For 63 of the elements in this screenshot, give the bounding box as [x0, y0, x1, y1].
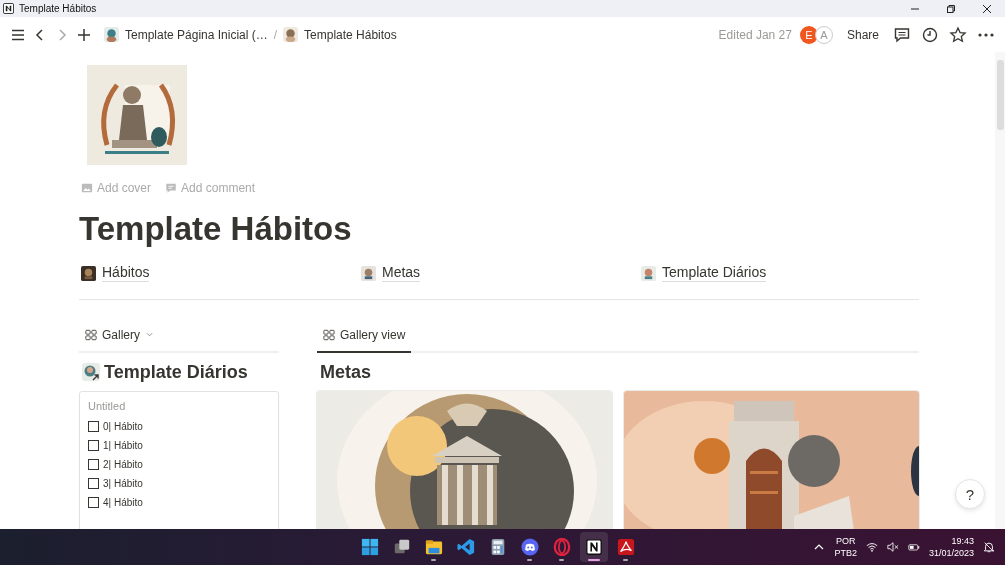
checkbox[interactable] [88, 440, 99, 451]
folder-icon [424, 538, 443, 556]
card-title: Untitled [88, 400, 127, 412]
avatar: E [799, 25, 818, 44]
todo-text: 0| Hábito [103, 421, 143, 432]
notebook-icon [584, 538, 603, 556]
todo-text: 2| Hábito [103, 459, 143, 470]
battery-icon[interactable] [907, 541, 920, 553]
gallery-icon [85, 328, 97, 341]
breadcrumb-link[interactable]: Template Página Inicial (… [125, 27, 268, 42]
page-link[interactable]: Hábitos [102, 264, 150, 282]
restore-icon[interactable] [946, 3, 956, 14]
checkbox[interactable] [88, 459, 99, 470]
share-button[interactable]: Share [842, 25, 883, 44]
breadcrumb-separator: / [273, 27, 278, 42]
document-icon [616, 538, 635, 556]
help-button[interactable]: ? [955, 479, 985, 509]
running-indicator [623, 559, 628, 561]
clock-time[interactable]: 19:43 [951, 535, 974, 547]
muted-speaker-icon[interactable] [886, 541, 899, 553]
keyboard-layout-label[interactable]: PTB2 [834, 547, 857, 559]
edited-label: Edited Jan 27 [718, 27, 792, 42]
comment-icon[interactable] [893, 25, 911, 44]
app-icon [3, 3, 14, 14]
scrollbar-thumb[interactable] [997, 60, 1004, 130]
page-link[interactable]: Metas [382, 264, 421, 282]
avatar: A [814, 25, 833, 44]
close-icon[interactable] [982, 3, 992, 14]
gallery-icon [323, 328, 335, 341]
taskbar-button[interactable] [579, 532, 608, 562]
chat-icon [520, 538, 539, 556]
checkbox[interactable] [88, 497, 99, 508]
running-indicator [587, 559, 600, 561]
language-label[interactable]: POR [835, 535, 856, 547]
view-heading: Metas [320, 361, 372, 383]
ring-icon [552, 538, 571, 556]
todo-text: 3| Hábito [103, 478, 143, 489]
todo-text: 4| Hábito [103, 497, 143, 508]
code-editor-icon [456, 538, 475, 556]
clock-icon[interactable] [921, 25, 939, 44]
view-tab[interactable]: Gallery view [317, 318, 412, 353]
comment-icon [165, 182, 178, 194]
breadcrumb-link[interactable]: Template Hábitos [304, 27, 397, 42]
todo-text: 1| Hábito [103, 440, 143, 451]
page-link[interactable]: Template Diários [662, 264, 767, 282]
star-icon[interactable] [949, 25, 967, 44]
caret-icon [145, 330, 154, 339]
view-menu[interactable]: Gallery [79, 318, 160, 351]
running-indicator [527, 559, 532, 561]
notification-bell-icon[interactable] [983, 541, 995, 553]
image-icon [81, 182, 93, 194]
checkbox[interactable] [88, 478, 99, 489]
page-title: Template Hábitos [79, 209, 353, 249]
wifi-icon[interactable] [865, 541, 878, 553]
windows-icon [360, 538, 379, 556]
view-heading: Template Diários [104, 361, 248, 383]
window-title: Template Hábitos [19, 3, 97, 14]
add-icon[interactable] [76, 26, 92, 43]
task-view-icon [392, 538, 411, 556]
checkbox[interactable] [88, 421, 99, 432]
running-indicator [559, 559, 564, 561]
clock-date[interactable]: 31/01/2023 [928, 547, 974, 559]
running-indicator [431, 559, 436, 561]
